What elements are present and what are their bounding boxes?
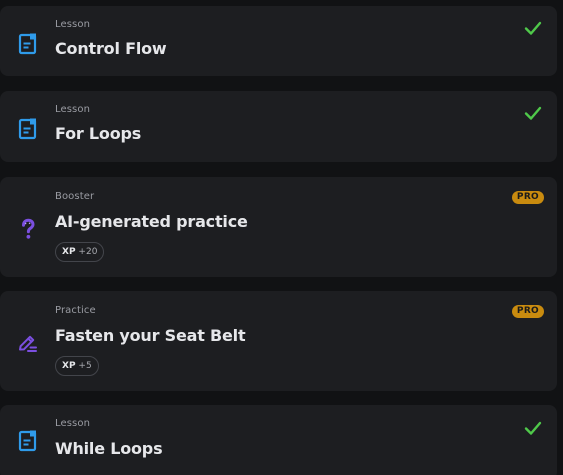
- xp-value: +20: [78, 247, 98, 257]
- lesson-document-icon: [16, 32, 40, 56]
- question-mark-icon: [16, 217, 40, 241]
- lesson-document-icon: [16, 429, 40, 453]
- checkmark-icon: [523, 18, 543, 38]
- practice-card-seat-belt[interactable]: Practice Fasten your Seat Belt PRO XP +5: [0, 291, 557, 391]
- xp-label: XP: [62, 361, 76, 371]
- card-title: While Loops: [55, 439, 163, 458]
- booster-card-ai-practice[interactable]: Booster AI-generated practice PRO XP +20: [0, 177, 557, 277]
- pro-badge: PRO: [511, 305, 544, 318]
- xp-reward-badge: XP +20: [55, 242, 105, 262]
- checkmark-icon: [523, 103, 543, 123]
- xp-value: +5: [78, 361, 92, 371]
- card-title: For Loops: [55, 124, 142, 143]
- card-title: AI-generated practice: [55, 212, 248, 231]
- lesson-list: Lesson Control Flow Lesson For Loops Boo…: [0, 0, 563, 475]
- card-type-label: Lesson: [55, 104, 91, 115]
- card-type-label: Lesson: [55, 19, 91, 30]
- xp-reward-badge: XP +5: [55, 356, 99, 376]
- checkmark-icon: [523, 418, 543, 438]
- card-type-label: Lesson: [55, 418, 91, 429]
- lesson-card-for-loops[interactable]: Lesson For Loops: [0, 91, 557, 162]
- lesson-document-icon: [16, 117, 40, 141]
- xp-label: XP: [62, 247, 76, 257]
- card-title: Control Flow: [55, 39, 167, 58]
- lesson-card-while-loops[interactable]: Lesson While Loops: [0, 405, 557, 475]
- lesson-card-control-flow[interactable]: Lesson Control Flow: [0, 6, 557, 76]
- card-title: Fasten your Seat Belt: [55, 326, 246, 345]
- pro-badge: PRO: [511, 191, 544, 204]
- card-type-label: Booster: [55, 191, 95, 202]
- pencil-icon: [16, 331, 40, 355]
- card-type-label: Practice: [55, 305, 96, 316]
